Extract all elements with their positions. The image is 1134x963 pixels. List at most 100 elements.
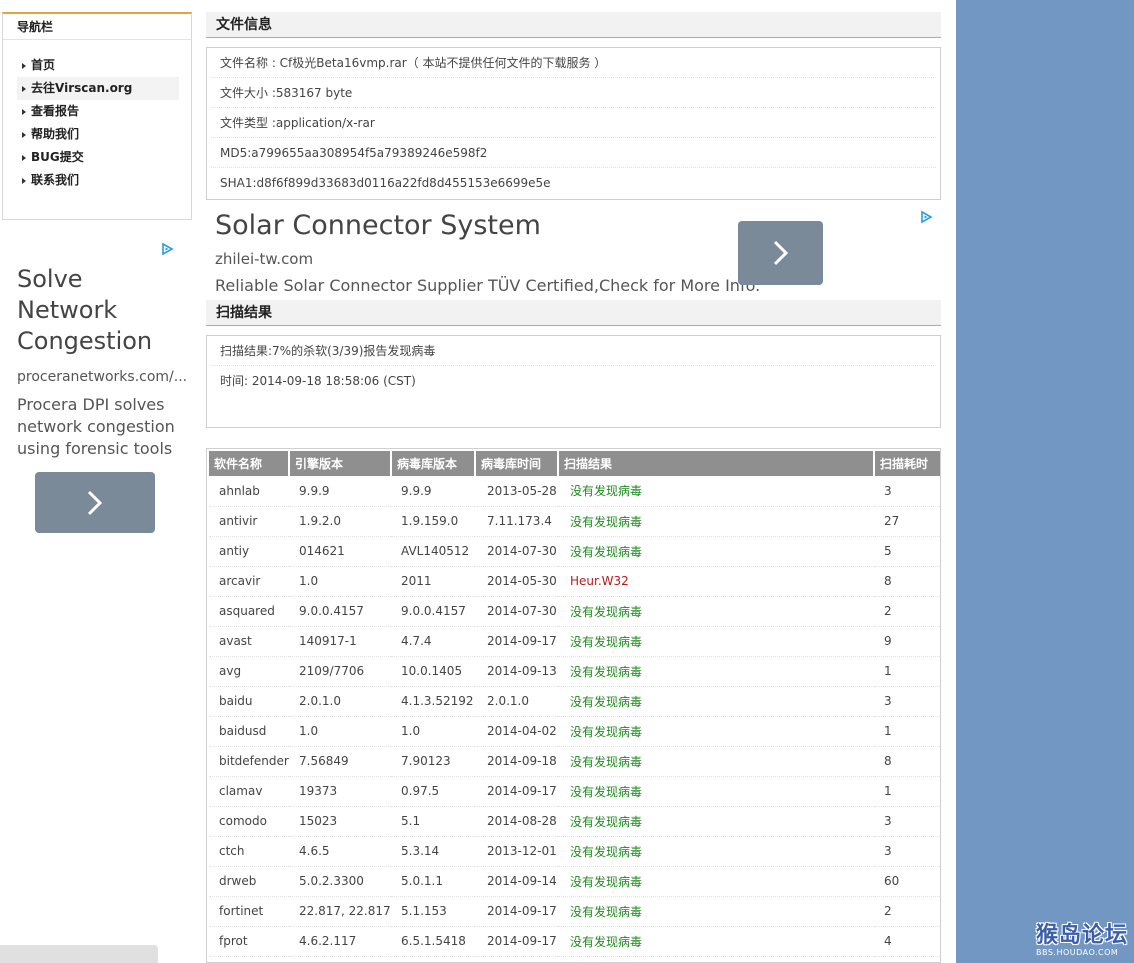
table-row: asquared 9.0.0.4157 9.0.0.4157 2014-07-30 没有… [209,596,940,627]
db-version-cell: 5.3.14 [391,836,475,867]
engine-name-cell: ahnlab [209,476,289,507]
db-version-cell: 2011 [391,566,475,597]
left-advertisement[interactable]: Solve Network Congestion proceranetworks… [0,236,192,546]
engine-version-cell: 014621 [289,536,391,567]
engine-version-cell: 140917-1 [289,626,391,657]
results-table-body: ahnlab 9.9.9 9.9.9 2013-05-28 没有发现病毒 3 antivir… [209,476,940,957]
nav-item-help-us[interactable]: 帮助我们 [17,123,179,146]
file-name-row: 文件名称 : Cf极光Beta16vmp.rar（ 本站不提供任何文件的下载服务… [211,48,936,78]
db-version-cell: 5.1 [391,806,475,837]
scan-result-cell: 没有发现病毒 [558,716,874,747]
db-time-cell: 2014-09-17 [475,926,558,957]
ad-domain[interactable]: zhilei-tw.com [215,250,313,268]
engine-name-cell: fprot [209,926,289,957]
engine-version-cell: 22.817, 22.817 [289,896,391,927]
db-time-cell: 2014-09-18 [475,746,558,777]
table-row: clamav 19373 0.97.5 2014-09-17 没有发现病毒 1 [209,776,940,807]
scan-duration-cell: 1 [874,776,940,807]
table-row: ahnlab 9.9.9 9.9.9 2013-05-28 没有发现病毒 3 [209,476,940,507]
scan-result-cell: 没有发现病毒 [558,836,874,867]
column-header: 引擎版本 [289,451,392,476]
db-time-cell: 2014-09-17 [475,776,558,807]
ad-headline[interactable]: Solar Connector System [215,210,541,241]
scan-duration-cell: 5 [874,536,940,567]
db-time-cell: 2013-05-28 [475,476,558,507]
engine-name-cell: baidusd [209,716,289,747]
caret-right-icon [22,132,26,138]
scan-result-cell: 没有发现病毒 [558,926,874,957]
scan-result-cell: Heur.W32 [558,566,874,597]
engine-name-cell: clamav [209,776,289,807]
engine-version-cell: 9.0.0.4157 [289,596,391,627]
db-version-cell: 7.90123 [391,746,475,777]
scan-duration-cell: 9 [874,626,940,657]
db-time-cell: 2014-09-14 [475,866,558,897]
engine-version-cell: 1.0 [289,566,391,597]
scan-time-row: 时间: 2014-09-18 18:58:06 (CST) [220,374,416,388]
adchoices-icon[interactable] [160,242,174,256]
caret-right-icon [22,63,26,69]
nav-item-label: 首页 [31,58,56,72]
engine-name-cell: avast [209,626,289,657]
nav-item-home[interactable]: 首页 [17,54,179,77]
db-time-cell: 2013-12-01 [475,836,558,867]
table-row: arcavir 1.0 2011 2014-05-30 Heur.W32 8 [209,566,940,597]
engine-version-cell: 9.9.9 [289,476,391,507]
sha1-row: SHA1:d8f6f899d33683d0116a22fd8d455153e66… [220,176,551,190]
engine-version-cell: 1.0 [289,716,391,747]
ad-arrow-button[interactable] [738,221,823,285]
scan-duration-cell: 8 [874,746,940,777]
scan-duration-cell: 8 [874,566,940,597]
watermark-sub-text: BBS.HOUDAO.COM [1036,948,1119,957]
engine-name-cell: drweb [209,866,289,897]
db-version-cell: 5.1.153 [391,896,475,927]
engine-name-cell: asquared [209,596,289,627]
engine-name-cell: avg [209,656,289,687]
top-advertisement[interactable]: Solar Connector System zhilei-tw.com Rel… [206,206,941,300]
table-row: ctch 4.6.5 5.3.14 2013-12-01 没有发现病毒 3 [209,836,940,867]
column-header: 软件名称 [209,451,290,476]
column-header: 病毒库版本 [391,451,476,476]
ad-description[interactable]: Procera DPI solves network congestion us… [17,394,187,460]
scan-duration-cell: 27 [874,506,940,537]
ad-description[interactable]: Reliable Solar Connector Supplier TÜV Ce… [215,276,760,295]
db-version-cell: 9.0.0.4157 [391,596,475,627]
nav-item-label: 去往Virscan.org [31,81,133,95]
ad-headline[interactable]: Solve Network Congestion [17,264,187,357]
engine-version-cell: 19373 [289,776,391,807]
table-row: antiy 014621 AVL140512 2014-07-30 没有发现病毒 5 [209,536,940,567]
scan-result-cell: 没有发现病毒 [558,476,874,507]
nav-item-view-report[interactable]: 查看报告 [17,100,179,123]
engine-name-cell: fortinet [209,896,289,927]
chevron-right-icon [773,240,788,266]
engine-version-cell: 15023 [289,806,391,837]
bottom-scroll-bar[interactable] [0,945,158,963]
ad-domain[interactable]: proceranetworks.com/... [17,369,187,385]
scan-duration-cell: 3 [874,476,940,507]
right-background-panel [956,0,1134,963]
scan-result-cell: 没有发现病毒 [558,626,874,657]
chevron-right-icon [87,490,103,515]
db-time-cell: 2014-05-30 [475,566,558,597]
table-row: comodo 15023 5.1 2014-08-28 没有发现病毒 3 [209,806,940,837]
db-version-cell: 1.9.159.0 [391,506,475,537]
nav-item-contact-us[interactable]: 联系我们 [17,169,179,192]
table-row: antivir 1.9.2.0 1.9.159.0 7.11.173.4 没有发现病毒 2… [209,506,940,537]
scan-duration-cell: 2 [874,596,940,627]
scan-result-cell: 没有发现病毒 [558,806,874,837]
adchoices-icon[interactable] [919,210,933,224]
table-row: baidu 2.0.1.0 4.1.3.52192 2.0.1.0 没有发现病毒 3 [209,686,940,717]
caret-right-icon [22,109,26,115]
engine-version-cell: 1.9.2.0 [289,506,391,537]
scan-duration-cell: 3 [874,806,940,837]
engine-version-cell: 2.0.1.0 [289,686,391,717]
db-version-cell: AVL140512 [391,536,475,567]
file-info-box: 文件名称 : Cf极光Beta16vmp.rar（ 本站不提供任何文件的下载服务… [206,47,941,200]
results-table: 软件名称 引擎版本 病毒库版本 病毒库时间 扫描结果 扫描耗时 ahnlab 9.… [209,451,940,957]
nav-item-bug-submit[interactable]: BUG提交 [17,146,179,169]
caret-right-icon [22,86,26,92]
table-row: fortinet 22.817, 22.817 5.1.153 2014-09-17 没… [209,896,940,927]
scan-result-cell: 没有发现病毒 [558,536,874,567]
nav-item-virscan[interactable]: 去往Virscan.org [17,77,179,100]
ad-arrow-button[interactable] [35,472,155,533]
